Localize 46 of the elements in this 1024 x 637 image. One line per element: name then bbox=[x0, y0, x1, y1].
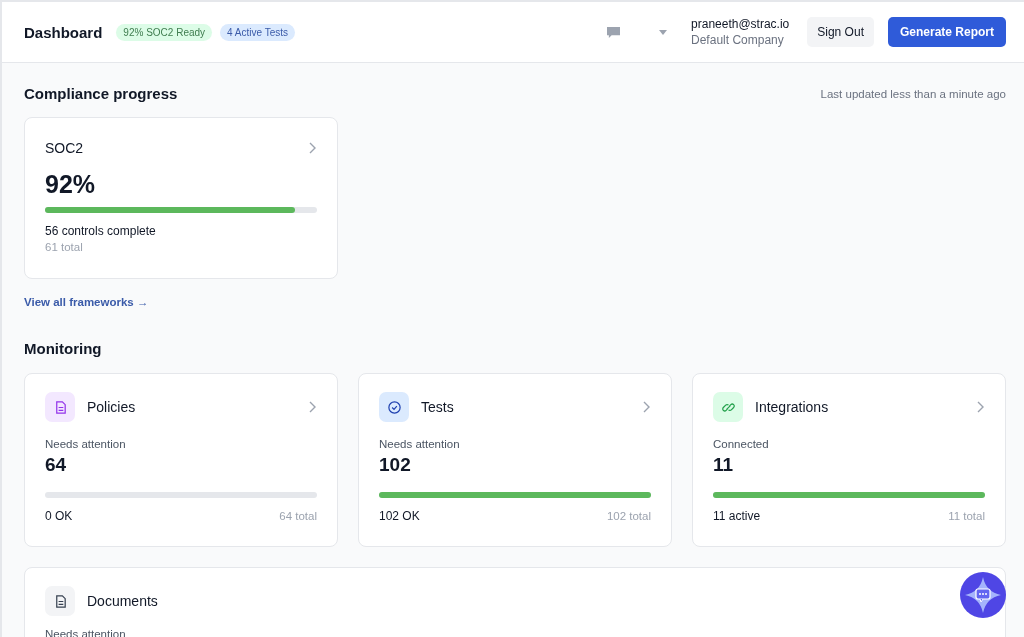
framework-name: SOC2 bbox=[45, 140, 84, 156]
controls-complete: 56 controls complete bbox=[45, 224, 157, 238]
sign-out-button[interactable]: Sign Out bbox=[807, 17, 874, 47]
category-icon bbox=[45, 392, 75, 422]
monitoring-card[interactable]: Integrations Connected 11 11 active 11 total bbox=[692, 373, 1006, 547]
category-icon bbox=[379, 392, 409, 422]
ok-count: 0 OK bbox=[45, 509, 73, 523]
chevron-icon bbox=[643, 401, 651, 413]
card-value: 102 bbox=[379, 454, 412, 476]
ok-count: 102 OK bbox=[379, 509, 420, 523]
card-caption: Needs attention bbox=[379, 438, 461, 450]
view-frameworks-link[interactable]: View all frameworks → bbox=[24, 296, 149, 308]
percent-value: 92% bbox=[45, 170, 97, 199]
section-title: Compliance progress bbox=[24, 85, 178, 102]
controls-total: 61 total bbox=[45, 241, 84, 253]
card-title: Documents bbox=[87, 593, 158, 609]
chevron-icon bbox=[309, 401, 317, 413]
card-value: 64 bbox=[45, 454, 68, 476]
framework-card[interactable]: SOC2 92% 56 controls complete 61 total bbox=[24, 117, 338, 279]
last-updated-text: Last updated less than a minute ago bbox=[820, 87, 1006, 100]
total-count: 64 total bbox=[279, 510, 317, 522]
caret-icon[interactable] bbox=[659, 29, 668, 35]
card-caption: Needs attention bbox=[45, 438, 127, 450]
monitoring-card[interactable]: Tests Needs attention 102 102 OK 102 total bbox=[358, 373, 672, 547]
monitoring-card[interactable]: Policies Needs attention 64 0 OK 64 total bbox=[24, 373, 338, 547]
chat-assistant-button[interactable] bbox=[960, 572, 1006, 618]
company-name: Default Company bbox=[691, 33, 785, 47]
chat-icon[interactable] bbox=[606, 25, 622, 39]
status-badge: 92% SOC2 Ready bbox=[116, 23, 213, 41]
card-title: Policies bbox=[87, 399, 136, 415]
section-title: Monitoring bbox=[24, 340, 102, 357]
total-count: 11 total bbox=[948, 510, 985, 522]
chevron-icon bbox=[309, 142, 317, 154]
user-email: praneeth@strac.io bbox=[691, 17, 790, 31]
total-count: 102 total bbox=[606, 510, 651, 522]
chevron-icon bbox=[977, 401, 985, 413]
card-value: 11 bbox=[713, 454, 735, 476]
document-icon bbox=[45, 586, 75, 616]
page-title: Dashboard bbox=[24, 23, 103, 41]
category-icon bbox=[713, 392, 743, 422]
status-badge: 4 Active Tests bbox=[220, 23, 296, 41]
generate-report-button[interactable]: Generate Report bbox=[887, 17, 1006, 47]
card-caption: Connected bbox=[713, 438, 770, 450]
card-title: Tests bbox=[421, 399, 454, 415]
ok-count: 11 active bbox=[713, 509, 761, 523]
card-title: Integrations bbox=[755, 399, 829, 415]
